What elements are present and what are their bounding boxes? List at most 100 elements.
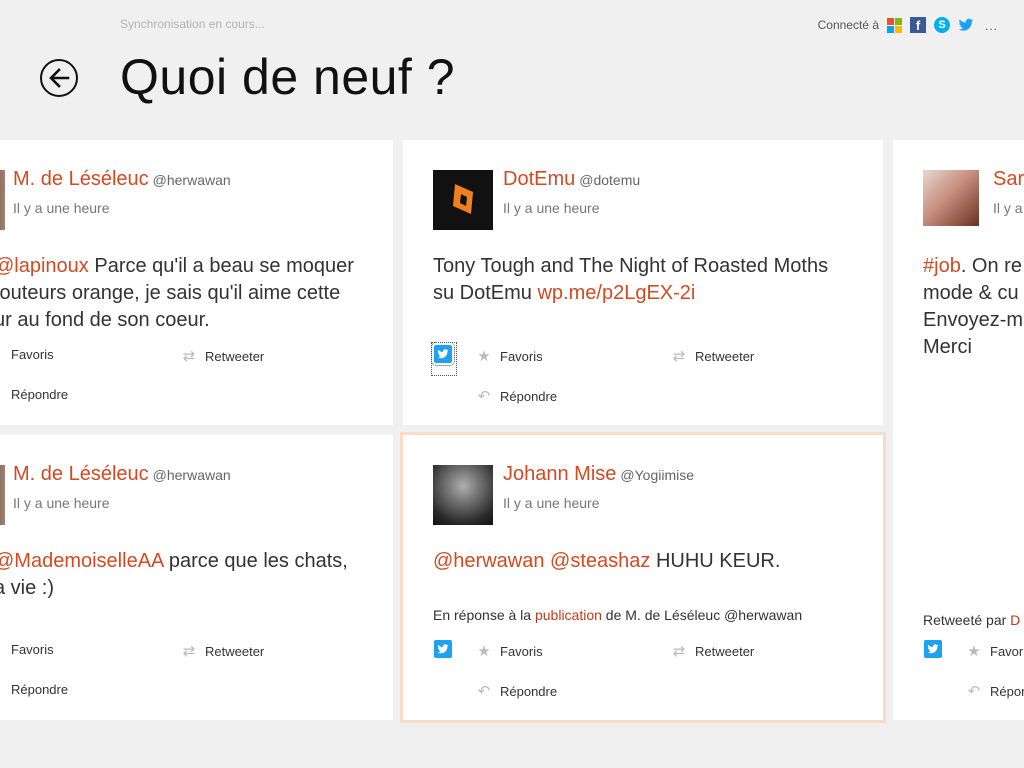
more-options[interactable]: ... <box>985 19 998 33</box>
facebook-icon[interactable]: f <box>910 17 926 33</box>
reply-prefix: En réponse à la <box>433 607 532 623</box>
tweet-author[interactable]: M. de Léséleuc @herwawan <box>13 463 231 486</box>
skype-icon[interactable]: S <box>934 17 950 33</box>
tweet-text-line: a vie :) <box>0 577 55 599</box>
tweet-author[interactable]: M. de Léséleuc @herwawan <box>13 168 231 191</box>
reply-button[interactable]: ↶ Répondre <box>476 682 557 700</box>
author-handle: @dotemu <box>579 172 641 188</box>
tweet-card[interactable]: M. de Léséleuc @herwawan Il y a une heure… <box>0 140 393 425</box>
connected-label: Connecté à <box>817 18 879 32</box>
tweet-text-line: touteurs orange, je sais qu'il aime cett… <box>0 282 341 304</box>
page-title: Quoi de neuf ? <box>120 49 456 105</box>
microsoft-icon[interactable] <box>887 17 902 33</box>
reply-button[interactable]: Répondre <box>11 682 68 697</box>
author-name[interactable]: Sara <box>993 168 1024 190</box>
tweet-time: Il y a une heure <box>13 200 110 216</box>
tweet-text-part: . On re <box>960 255 1022 277</box>
reply-icon: ↶ <box>477 683 491 700</box>
avatar[interactable] <box>0 170 5 230</box>
reply-button[interactable]: ↶ Répondre <box>966 682 1024 700</box>
tweet-time: Il y a une heure <box>503 495 600 511</box>
favorite-label: Favoris <box>500 348 543 364</box>
favorite-label: Favoris <box>500 643 543 659</box>
tweet-text: @lapinoux Parce qu'il a beau se moquer t… <box>0 253 393 334</box>
retweet-label: Retweeter <box>695 643 755 659</box>
reply-label: Répondre <box>990 683 1024 699</box>
star-icon: ★ <box>477 348 491 365</box>
tweet-text-line: Envoyez-m <box>923 309 1024 331</box>
in-reply-to: En réponse à la publication de M. de Lés… <box>433 607 802 623</box>
author-name[interactable]: M. de Léséleuc <box>13 168 149 190</box>
tweet-text-part: Parce qu'il a beau se moquer <box>88 255 354 277</box>
tweet-text-part: HUHU KEUR. <box>650 550 781 572</box>
favorite-button[interactable]: ★ Favoris <box>966 642 1024 660</box>
reply-label: Répondre <box>500 683 558 699</box>
arrow-left-icon <box>49 68 70 88</box>
favorite-button[interactable]: Favoris <box>11 642 54 657</box>
tweet-link[interactable]: wp.me/p2LgEX-2i <box>537 282 695 304</box>
mention-link[interactable]: @herwawan <box>433 550 544 572</box>
retweet-button[interactable]: ⇄ Retweeter <box>181 347 265 365</box>
hashtag-link[interactable]: #job <box>923 255 961 277</box>
twitter-icon[interactable] <box>924 640 942 658</box>
favorite-label: Favoris <box>990 643 1024 659</box>
tweet-author[interactable]: DotEmu @dotemu <box>503 168 640 191</box>
reply-label: Répondre <box>11 387 69 402</box>
tweet-time: Il y a <box>993 200 1023 216</box>
tweet-author[interactable]: Sara <box>993 168 1024 191</box>
star-icon: ★ <box>477 643 491 660</box>
avatar[interactable] <box>923 170 979 226</box>
retweet-button[interactable]: ⇄ Retweeter <box>671 642 755 660</box>
avatar[interactable] <box>0 465 5 525</box>
author-name[interactable]: DotEmu <box>503 168 575 190</box>
mention-link[interactable]: @lapinoux <box>0 255 89 277</box>
twitter-icon[interactable] <box>958 17 974 33</box>
reply-icon: ↶ <box>477 388 491 405</box>
author-name[interactable]: Johann Mise <box>503 463 616 485</box>
retweeter-link[interactable]: D <box>1010 612 1020 628</box>
twitter-icon[interactable] <box>431 342 457 376</box>
mention-link[interactable]: @steashaz <box>550 550 650 572</box>
retweet-icon: ⇄ <box>182 643 196 660</box>
tweet-text-line: ur au fond de son coeur. <box>0 309 210 331</box>
favorite-button[interactable]: ★ Favoris <box>476 347 543 365</box>
reply-label: Répondre <box>11 682 69 697</box>
reply-icon: ↶ <box>967 683 981 700</box>
author-name[interactable]: M. de Léséleuc <box>13 463 149 485</box>
avatar[interactable] <box>433 170 493 230</box>
author-handle: @Yogiimise <box>620 467 695 483</box>
back-button[interactable] <box>40 59 78 97</box>
tweet-text-line: mode & cu <box>923 282 1019 304</box>
reply-label: Répondre <box>500 388 558 404</box>
publication-link[interactable]: publication <box>535 607 602 623</box>
connected-services: Connecté à f S <box>818 17 974 33</box>
tweet-time: Il y a une heure <box>503 200 600 216</box>
reply-button[interactable]: Répondre <box>11 387 68 402</box>
reply-suffix: de M. de Léséleuc @herwawan <box>605 607 803 623</box>
tweet-card[interactable]: Sara Il y a #job. On re mode & cu Envoye… <box>893 140 1024 720</box>
favorite-label: Favoris <box>11 642 54 657</box>
retweet-label: Retweeter <box>205 348 265 364</box>
retweet-button[interactable]: ⇄ Retweeter <box>181 642 265 660</box>
retweet-button[interactable]: ⇄ Retweeter <box>671 347 755 365</box>
tweet-author[interactable]: Johann Mise @Yogiimise <box>503 463 694 486</box>
retweeted-by: Retweeté par D <box>923 612 1020 628</box>
dotemu-logo <box>453 184 473 214</box>
tweet-text-line: Merci <box>923 336 972 358</box>
retweeted-by-label: Retweeté par <box>923 612 1007 628</box>
reply-button[interactable]: ↶ Répondre <box>476 387 557 405</box>
avatar[interactable] <box>433 465 493 525</box>
tweet-card[interactable]: DotEmu @dotemu Il y a une heure Tony Toug… <box>403 140 883 425</box>
twitter-icon[interactable] <box>434 640 452 658</box>
tweet-text-line: Tony Tough and The Night of Roasted Moth… <box>433 255 829 277</box>
retweet-label: Retweeter <box>695 348 755 364</box>
star-icon: ★ <box>967 643 981 660</box>
favorite-button[interactable]: Favoris <box>11 347 54 362</box>
mention-link[interactable]: @MademoiselleAA <box>0 550 163 572</box>
tweet-card[interactable]: M. de Léséleuc @herwawan Il y a une heure… <box>0 435 393 720</box>
tweet-card-selected[interactable]: Johann Mise @Yogiimise Il y a une heure @… <box>400 432 886 723</box>
tweet-text: @MademoiselleAA parce que les chats, a v… <box>0 548 393 602</box>
author-handle: @herwawan <box>152 467 231 483</box>
favorite-button[interactable]: ★ Favoris <box>476 642 543 660</box>
author-handle: @herwawan <box>152 172 231 188</box>
